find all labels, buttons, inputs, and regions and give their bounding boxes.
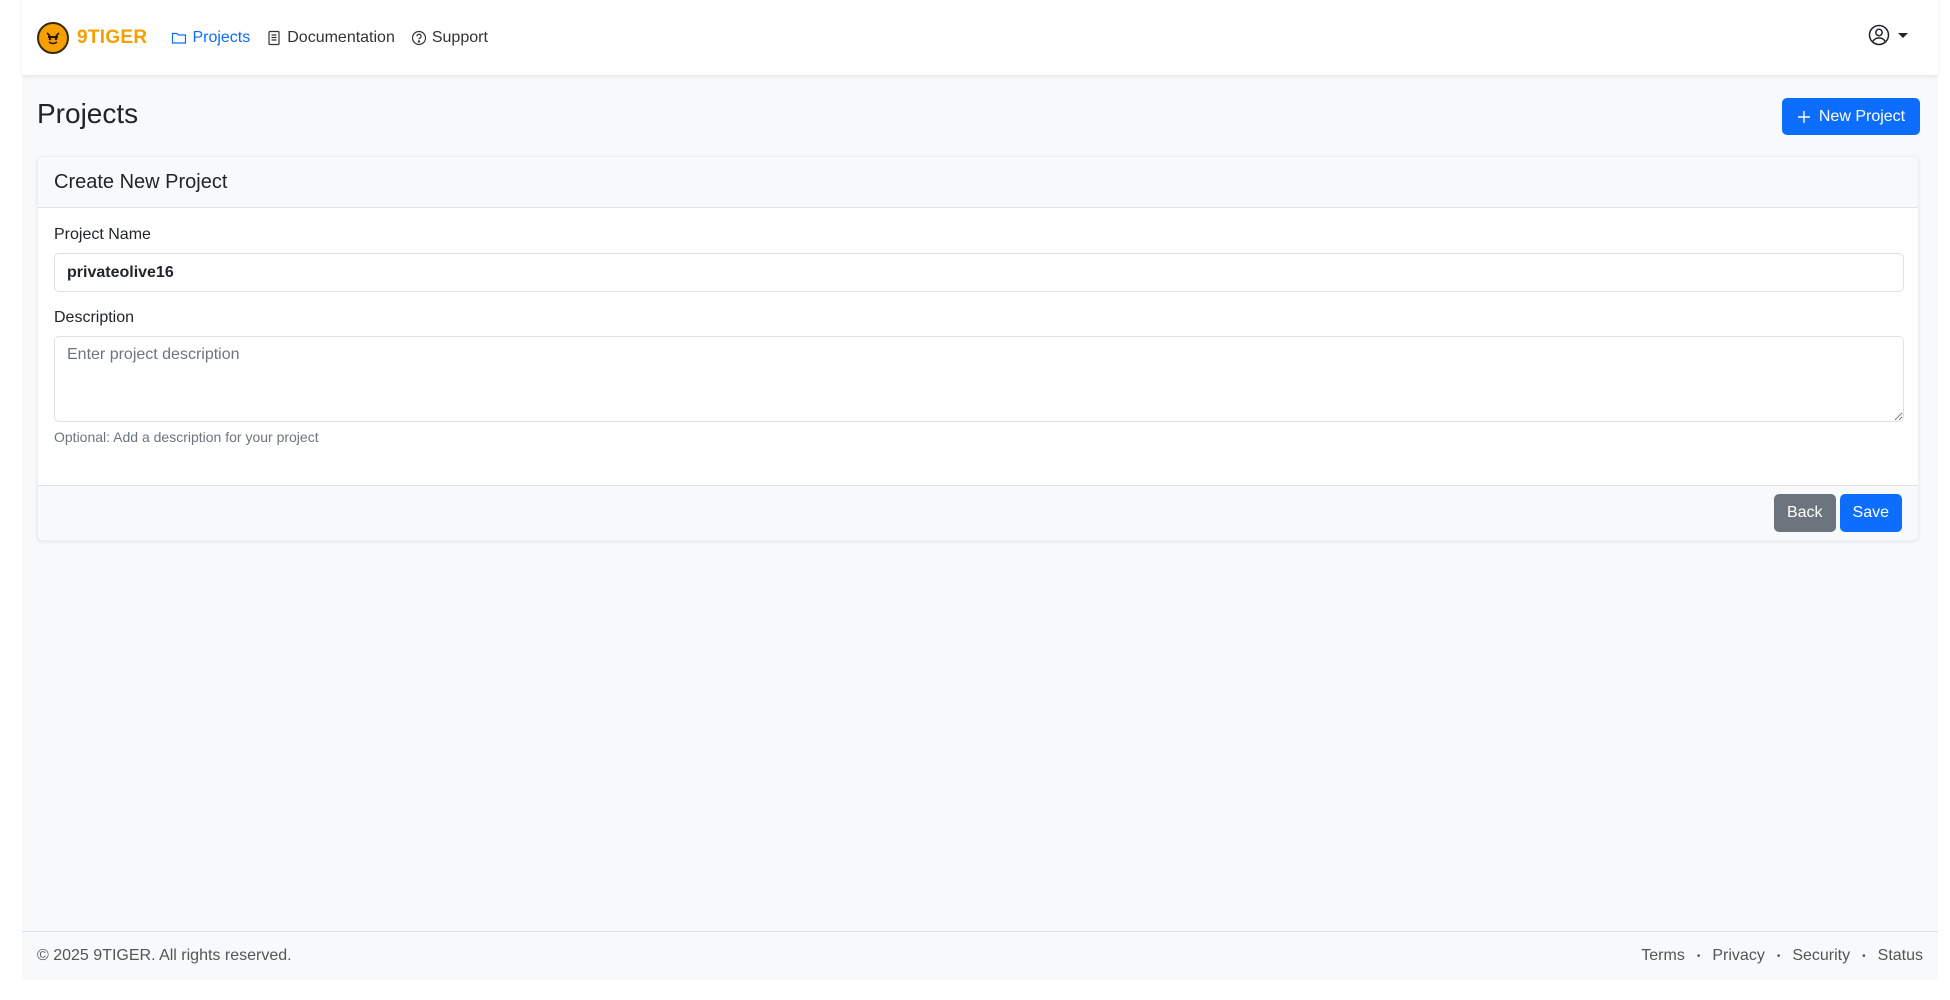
app-root: 9TIGER Projects Documentation Support Pr… [22, 0, 1938, 980]
nav-item-label: Projects [192, 28, 251, 46]
card-footer: Back Save [38, 485, 1918, 540]
brand-link[interactable]: 9TIGER [37, 21, 148, 54]
page-footer: © 2025 9TIGER. All rights reserved. Term… [22, 931, 1938, 980]
question-circle-icon [411, 30, 426, 45]
page-title: Projects [37, 98, 139, 129]
footer-link-security[interactable]: Security [1792, 947, 1850, 965]
footer-link-privacy[interactable]: Privacy [1712, 947, 1764, 965]
description-textarea[interactable] [54, 336, 1904, 422]
project-name-label: Project Name [54, 226, 151, 243]
new-project-label: New Project [1818, 107, 1906, 125]
description-help-text: Optional: Add a description for your pro… [54, 429, 319, 445]
project-name-input[interactable] [54, 253, 1904, 292]
footer-link-status[interactable]: Status [1878, 947, 1923, 965]
footer-separator: • [1776, 950, 1781, 962]
save-button[interactable]: Save [1839, 494, 1902, 532]
nav-item-support[interactable]: Support [411, 29, 488, 47]
chevron-down-icon [1898, 32, 1908, 38]
plus-icon [1797, 110, 1810, 123]
document-icon [268, 30, 280, 45]
nav-item-documentation[interactable]: Documentation [266, 29, 395, 47]
nav-item-projects[interactable]: Projects [171, 29, 250, 47]
top-navbar: 9TIGER Projects Documentation Support [22, 0, 1938, 75]
card-title: Create New Project [38, 157, 1918, 208]
footer-link-terms[interactable]: Terms [1641, 947, 1685, 965]
nav-item-label: Documentation [287, 28, 395, 46]
brand-name: 9TIGER [77, 26, 148, 48]
tiger-face-icon [37, 21, 69, 54]
footer-separator: • [1862, 950, 1866, 962]
new-project-button[interactable]: New Project [1782, 98, 1920, 135]
nav-item-label: Support [431, 28, 488, 46]
create-project-card: Create New Project Project Name Descript… [37, 156, 1919, 541]
copyright-text: © 2025 9TIGER. All rights reserved. [37, 947, 292, 964]
description-label: Description [54, 309, 135, 326]
folder-icon [172, 32, 187, 44]
card-body: Project Name Description Optional: Add a… [38, 208, 1918, 487]
user-circle-icon [1868, 24, 1890, 46]
footer-links: Terms • Privacy • Security • Status [1641, 947, 1923, 965]
footer-separator: • [1696, 950, 1701, 962]
user-menu-toggle[interactable] [1868, 24, 1908, 46]
back-button[interactable]: Back [1773, 494, 1836, 532]
